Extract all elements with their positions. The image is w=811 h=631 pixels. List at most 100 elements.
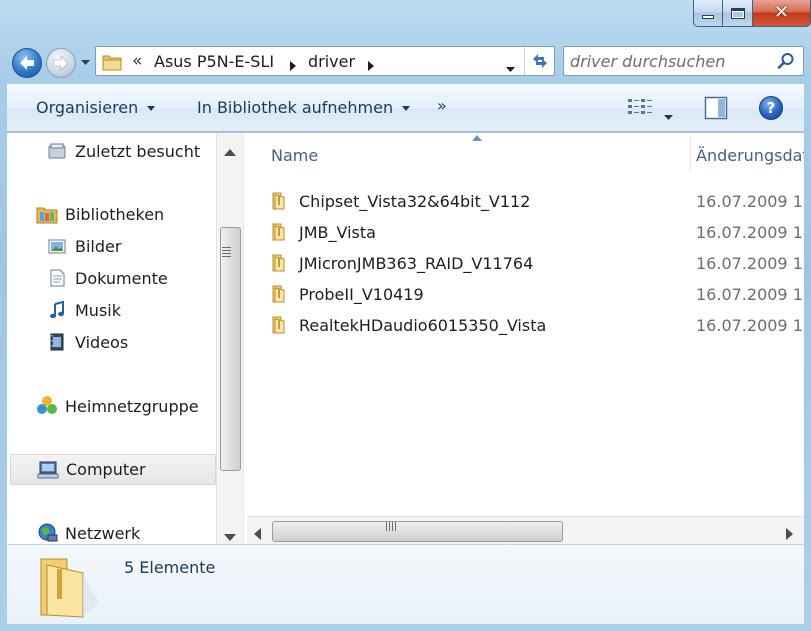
maximize-button[interactable] [723, 0, 753, 27]
views-dropdown[interactable] [664, 106, 673, 125]
sidebar-item-documents[interactable]: Dokumente [45, 263, 243, 293]
organize-button[interactable]: Organisieren [36, 98, 156, 117]
folder-icon [102, 53, 122, 75]
sidebar-item-recent-places[interactable]: Zuletzt besucht [45, 136, 243, 166]
file-name: ProbeII_V10419 [299, 284, 424, 304]
file-date: 16.07.2009 19 [696, 222, 804, 242]
file-name: Chipset_Vista32&64bit_V112 [299, 191, 531, 211]
homegroup-icon [35, 394, 59, 418]
sidebar-item-label: Dokumente [75, 268, 168, 288]
navigation-pane-scrollbar[interactable] [216, 133, 243, 544]
file-name: JMB_Vista [299, 222, 376, 242]
scroll-down-button[interactable] [224, 526, 236, 544]
sidebar-item-label: Heimnetzgruppe [65, 396, 199, 416]
chevron-up-icon [224, 149, 236, 156]
navigation-pane: Zuletzt besucht Bibliotheken Bilder Doku… [7, 133, 243, 544]
libraries-icon [35, 202, 59, 226]
back-button[interactable] [12, 48, 42, 78]
sidebar-item-label: Musik [75, 300, 121, 320]
sidebar-item-videos[interactable]: Videos [45, 327, 243, 357]
back-arrow-icon [20, 56, 34, 70]
sidebar-item-computer[interactable]: Computer [10, 454, 216, 485]
file-row[interactable]: RealtekHDaudio6015350_Vista 16.07.2009 1… [271, 312, 804, 338]
details-pane: 5 Elemente [7, 544, 804, 624]
sidebar-item-pictures[interactable]: Bilder [45, 231, 243, 261]
toolbar-overflow-button[interactable]: » [437, 96, 447, 115]
refresh-button[interactable] [524, 47, 554, 75]
file-row[interactable]: Chipset_Vista32&64bit_V112 16.07.2009 19 [271, 188, 804, 214]
toolbar-overflow-label: » [437, 96, 447, 115]
sidebar-item-music[interactable]: Musik [45, 295, 243, 325]
file-name: RealtekHDaudio6015350_Vista [299, 315, 547, 335]
scroll-left-button[interactable] [254, 525, 261, 544]
column-divider[interactable] [690, 137, 691, 171]
close-icon: ✕ [773, 2, 790, 23]
folder-icon [37, 551, 103, 625]
sidebar-item-label: Zuletzt besucht [75, 141, 201, 161]
chevron-down-icon [506, 67, 515, 72]
sidebar-item-label: Netzwerk [65, 523, 141, 543]
address-history-dropdown[interactable] [506, 58, 515, 77]
caption-buttons: ✕ [693, 0, 811, 28]
forward-button[interactable] [46, 48, 76, 78]
folder-icon [271, 191, 293, 211]
navigation-bar: « Asus P5N-E-SLI driver [0, 42, 811, 82]
organize-label: Organisieren [36, 98, 139, 117]
sidebar-item-homegroup[interactable]: Heimnetzgruppe [35, 391, 243, 421]
chevron-down-icon [664, 115, 673, 120]
recent-pages-button[interactable] [80, 58, 90, 68]
chevron-left-icon [254, 528, 261, 540]
network-icon [35, 521, 59, 544]
chevron-right-icon [786, 528, 793, 540]
file-row[interactable]: ProbeII_V10419 16.07.2009 19 [271, 281, 804, 307]
search-icon[interactable] [777, 52, 795, 74]
search-input[interactable] [570, 50, 770, 72]
scroll-thumb[interactable] [220, 227, 241, 471]
pane-splitter[interactable] [243, 133, 246, 544]
scroll-right-button[interactable] [786, 525, 793, 544]
close-button[interactable]: ✕ [753, 0, 811, 27]
column-name[interactable]: Name [271, 146, 318, 165]
title-bar[interactable]: ✕ [0, 0, 811, 40]
file-date: 16.07.2009 19 [696, 191, 804, 211]
folder-icon [271, 315, 293, 335]
file-list: Name Änderungsdat Chipset_Vista32&64bit_… [247, 133, 804, 544]
refresh-icon [532, 54, 547, 68]
explorer-window: ✕ « Asus P5N-E-SLI driver driver durchsu… [0, 0, 811, 631]
help-icon[interactable]: ? [759, 96, 783, 120]
command-bar: Organisieren In Bibliothek aufnehmen » ? [7, 84, 804, 132]
file-list-scrollbar[interactable] [247, 516, 804, 544]
breadcrumb-asus-p5n-e-sli[interactable]: Asus P5N-E-SLI [154, 52, 274, 71]
recent-places-icon [45, 139, 69, 163]
minimize-button[interactable] [693, 0, 723, 27]
minimize-icon [702, 15, 714, 19]
include-in-library-button[interactable]: In Bibliothek aufnehmen [197, 98, 411, 117]
breadcrumb-separator[interactable] [368, 56, 374, 75]
folder-icon [271, 222, 293, 242]
address-overflow[interactable]: « [132, 51, 142, 71]
address-bar[interactable]: « Asus P5N-E-SLI driver [95, 46, 555, 76]
sidebar-item-libraries[interactable]: Bibliotheken [35, 199, 243, 229]
sidebar-item-label: Computer [66, 460, 146, 479]
breadcrumb-driver[interactable]: driver [308, 52, 355, 71]
views-icon[interactable] [627, 97, 653, 123]
scroll-up-button[interactable] [224, 141, 236, 160]
scroll-thumb[interactable] [272, 521, 563, 542]
column-date-modified[interactable]: Änderungsdat [696, 146, 804, 165]
item-count: 5 Elemente [124, 558, 216, 577]
preview-pane-icon[interactable] [704, 96, 728, 124]
breadcrumb-separator[interactable] [290, 56, 296, 75]
file-row[interactable]: JMicronJMB363_RAID_V11764 16.07.2009 19 [271, 250, 804, 276]
music-icon [45, 298, 69, 322]
file-date: 16.07.2009 19 [696, 315, 804, 335]
chevron-down-icon [224, 534, 236, 541]
file-date: 16.07.2009 19 [696, 284, 804, 304]
forward-arrow-icon [53, 55, 69, 71]
search-box[interactable] [563, 46, 804, 76]
pictures-icon [45, 234, 69, 258]
folder-icon [271, 284, 293, 304]
file-row[interactable]: JMB_Vista 16.07.2009 19 [271, 219, 804, 245]
sidebar-item-network[interactable]: Netzwerk [35, 518, 243, 544]
content-area: Zuletzt besucht Bibliotheken Bilder Doku… [7, 133, 804, 544]
scroll-grip [386, 522, 396, 531]
